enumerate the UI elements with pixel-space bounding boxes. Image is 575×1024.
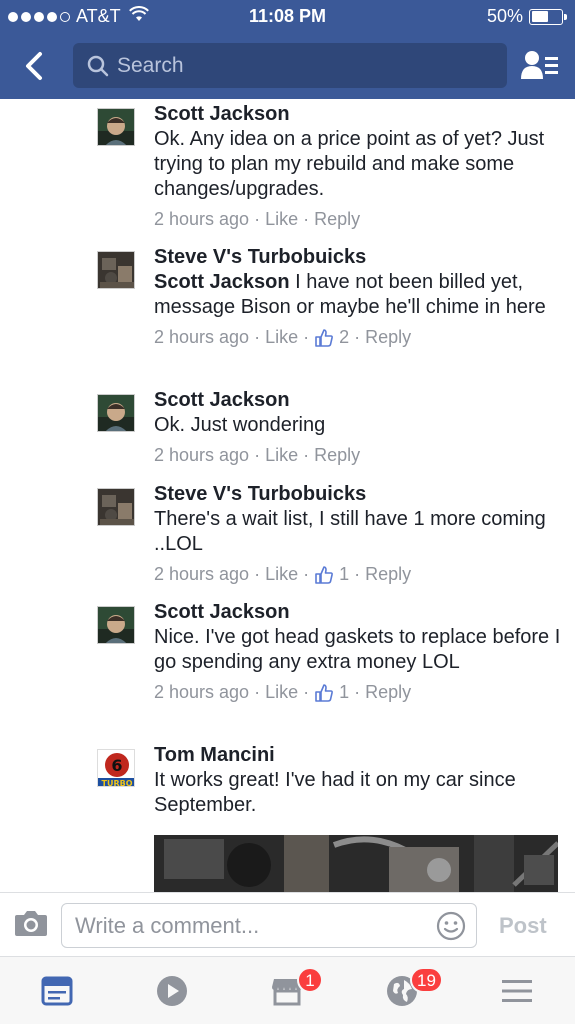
comment-body: Ok. Any idea on a price point as of yet?…	[154, 128, 545, 200]
comment-time[interactable]: 2 hours ago	[154, 564, 249, 585]
like-count[interactable]: 2	[339, 327, 349, 348]
comment-meta: 2 hours ago · Like · 1 · Reply	[154, 682, 412, 703]
top-navigation-bar: AT&T 11:08 PM 50%	[0, 0, 575, 99]
comment-text: Scott Jackson I have not been billed yet…	[154, 270, 564, 320]
chevron-left-icon	[26, 52, 42, 80]
like-link[interactable]: Like	[265, 327, 298, 348]
reply-link[interactable]: Reply	[365, 327, 411, 348]
notification-badge: 19	[410, 967, 443, 993]
comment-time[interactable]: 2 hours ago	[154, 682, 249, 703]
reply-link[interactable]: Reply	[314, 445, 360, 466]
battery-icon	[529, 8, 567, 25]
status-bar: AT&T 11:08 PM 50%	[0, 0, 575, 34]
avatar[interactable]	[97, 488, 135, 526]
like-count[interactable]: 1	[339, 564, 349, 585]
comment-author[interactable]: Scott Jackson	[154, 599, 564, 625]
comment-input[interactable]	[75, 912, 425, 939]
like-link[interactable]: Like	[265, 445, 298, 466]
avatar[interactable]	[97, 606, 135, 644]
comment-text: There's a wait list, I still have 1 more…	[154, 507, 564, 557]
comment-author[interactable]: Scott Jackson	[154, 101, 564, 127]
tab-video[interactable]	[142, 969, 202, 1013]
comment-text: Ok. Any idea on a price point as of yet?…	[154, 127, 564, 202]
camera-icon	[15, 911, 47, 936]
search-bar[interactable]	[73, 43, 507, 88]
avatar[interactable]	[97, 108, 135, 146]
search-input[interactable]	[117, 53, 497, 78]
camera-button[interactable]	[14, 909, 48, 942]
back-button[interactable]	[14, 46, 54, 86]
like-link[interactable]: Like	[265, 564, 298, 585]
comment-body: Ok. Just wondering	[154, 414, 326, 436]
comment-meta: 2 hours ago · Like · Reply	[154, 445, 361, 466]
comment-meta: 2 hours ago · Like · 2 · Reply	[154, 327, 412, 348]
comment-body: Nice. I've got head gaskets to replace b…	[154, 626, 561, 673]
comment-text: Nice. I've got head gaskets to replace b…	[154, 625, 564, 675]
friend-list-icon	[521, 51, 558, 79]
friend-requests-button[interactable]	[519, 46, 561, 84]
thumbs-up-icon	[314, 328, 334, 348]
comment-author[interactable]: Tom Mancini	[154, 742, 564, 768]
comment-composer: Post	[0, 892, 575, 956]
bottom-tab-bar: 1 19	[0, 956, 575, 1024]
post-button[interactable]: Post	[499, 913, 547, 939]
tab-notifications[interactable]: 19	[372, 967, 443, 1013]
play-icon	[157, 976, 187, 1006]
like-link[interactable]: Like	[265, 682, 298, 703]
avatar[interactable]	[97, 394, 135, 432]
reply-link[interactable]: Reply	[314, 209, 360, 230]
emoji-button[interactable]	[436, 911, 466, 946]
comment-photo[interactable]	[154, 835, 558, 892]
reply-link[interactable]: Reply	[365, 682, 411, 703]
thumbs-up-icon	[314, 683, 334, 703]
battery-percent: 50%	[486, 6, 523, 26]
news-feed-icon	[41, 976, 73, 1006]
comment-body: It works great! I've had it on my car si…	[154, 769, 516, 816]
notification-badge: 1	[297, 967, 323, 993]
comment-meta: 2 hours ago · Like · Reply	[154, 209, 361, 230]
avatar[interactable]	[97, 251, 135, 289]
like-link[interactable]: Like	[265, 209, 298, 230]
comment-text: Ok. Just wondering	[154, 413, 564, 438]
comment-input-wrapper[interactable]	[61, 903, 477, 948]
comment-time[interactable]: 2 hours ago	[154, 327, 249, 348]
comment-meta: 2 hours ago · Like · 1 · Reply	[154, 564, 412, 585]
smiley-icon	[436, 911, 466, 941]
thumbs-up-icon	[314, 565, 334, 585]
battery-indicator: 50%	[486, 6, 567, 27]
comment-text: It works great! I've had it on my car si…	[154, 768, 564, 818]
comment-author[interactable]: Scott Jackson	[154, 387, 564, 413]
tab-marketplace[interactable]: 1	[257, 967, 323, 1013]
comment-author[interactable]: Steve V's Turbobuicks	[154, 481, 564, 507]
search-icon	[87, 55, 109, 76]
comment-time[interactable]: 2 hours ago	[154, 209, 249, 230]
comment-thread: Scott Jackson Ok. Any idea on a price po…	[0, 99, 575, 892]
svg-text:TURBO: TURBO	[101, 779, 132, 787]
reply-link[interactable]: Reply	[365, 564, 411, 585]
tab-news-feed[interactable]	[27, 969, 87, 1013]
like-count[interactable]: 1	[339, 682, 349, 703]
comment-body: There's a wait list, I still have 1 more…	[154, 508, 546, 555]
svg-text:6: 6	[111, 756, 122, 775]
mention-link[interactable]: Scott Jackson	[154, 271, 290, 293]
comment-author[interactable]: Steve V's Turbobuicks	[154, 244, 564, 270]
avatar[interactable]: 6 TURBO	[97, 749, 135, 787]
hamburger-menu-icon	[502, 980, 532, 1002]
comment-time[interactable]: 2 hours ago	[154, 445, 249, 466]
tab-menu[interactable]	[487, 969, 547, 1013]
